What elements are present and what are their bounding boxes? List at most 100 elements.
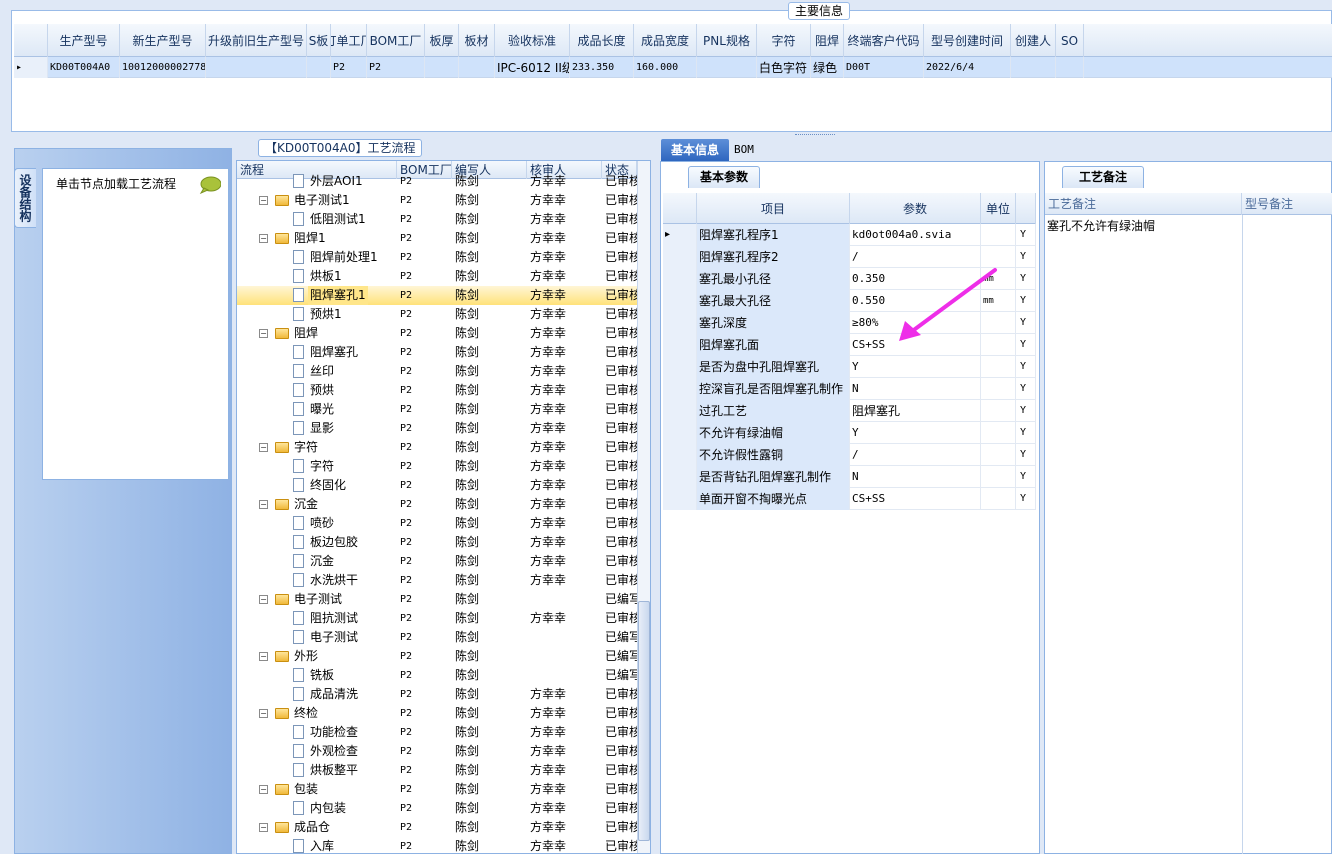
tree-node[interactable]: 曝光 [237, 400, 397, 419]
tree-cell-stat[interactable]: 已审核 [602, 172, 637, 191]
tree-cell-stat[interactable]: 已审核 [602, 609, 637, 628]
param-cell-param[interactable]: CS+SS [850, 488, 981, 510]
param-cell-item[interactable]: 不允许假性露铜 [697, 444, 850, 466]
tree-cell-rev[interactable]: 方幸幸 [527, 419, 602, 438]
param-cell-param[interactable]: Y [850, 422, 981, 444]
tree-cell-rev[interactable]: 方幸幸 [527, 533, 602, 552]
main-row-cell[interactable]: IPC-6012 II级 [495, 57, 570, 78]
param-row[interactable]: 是否为盘中孔阻焊塞孔 Y Y [663, 356, 1036, 378]
param-row[interactable]: 单面开窗不掏曝光点 CS+SS Y [663, 488, 1036, 510]
tree-cell-auth[interactable]: 陈剑 [452, 419, 527, 438]
tree-cell-rev[interactable] [527, 590, 602, 609]
tab-basic-info[interactable]: 基本信息 [661, 139, 729, 161]
tree-cell-auth[interactable]: 陈剑 [452, 533, 527, 552]
tree-cell-stat[interactable]: 已审核 [602, 723, 637, 742]
tree-row[interactable]: 烘板整平 P2陈剑方幸幸已审核 [237, 761, 637, 780]
tree-cell-stat[interactable]: 已编写 [602, 666, 637, 685]
tree-row[interactable]: 喷砂 P2陈剑方幸幸已审核 [237, 514, 637, 533]
tree-cell-rev[interactable]: 方幸幸 [527, 552, 602, 571]
collapse-toggle-icon[interactable]: − [259, 785, 268, 794]
tree-cell-rev[interactable] [527, 628, 602, 647]
tree-row[interactable]: 电子测试 P2陈剑 已编写 [237, 628, 637, 647]
param-cell-flag[interactable]: Y [1016, 466, 1036, 488]
tree-cell-auth[interactable]: 陈剑 [452, 666, 527, 685]
tree-cell-auth[interactable]: 陈剑 [452, 362, 527, 381]
tree-row[interactable]: 功能检查 P2陈剑方幸幸已审核 [237, 723, 637, 742]
param-header-param[interactable]: 参数 [850, 193, 981, 224]
param-cell-unit[interactable] [981, 356, 1016, 378]
param-cell-item[interactable]: 控深盲孔是否阻焊塞孔制作 [697, 378, 850, 400]
main-grid-corner[interactable] [14, 24, 48, 57]
tree-cell-rev[interactable]: 方幸幸 [527, 438, 602, 457]
tree-cell-stat[interactable]: 已审核 [602, 191, 637, 210]
main-row-cell[interactable] [697, 57, 757, 78]
tree-node[interactable]: 终固化 [237, 476, 397, 495]
tree-row[interactable]: − 终检 P2陈剑方幸幸已审核 [237, 704, 637, 723]
collapse-toggle-icon[interactable]: − [259, 500, 268, 509]
main-header-col[interactable]: BOM工厂 [367, 24, 425, 57]
flow-load-box[interactable] [42, 168, 229, 480]
param-cell-unit[interactable] [981, 444, 1016, 466]
tree-cell-stat[interactable]: 已审核 [602, 210, 637, 229]
param-row-indicator[interactable] [663, 378, 697, 400]
param-row-indicator[interactable] [663, 488, 697, 510]
speech-bubble-icon[interactable] [199, 176, 221, 194]
tree-cell-auth[interactable]: 陈剑 [452, 457, 527, 476]
main-header-col[interactable]: S板 [307, 24, 331, 57]
tree-node[interactable]: 预烘1 [237, 305, 397, 324]
tree-node[interactable]: 板边包胶 [237, 533, 397, 552]
param-cell-item[interactable]: 塞孔最小孔径 [697, 268, 850, 290]
param-cell-item[interactable]: 阻焊塞孔程序1 [697, 224, 850, 246]
tree-cell-bom[interactable]: P2 [397, 723, 452, 742]
tree-cell-rev[interactable]: 方幸幸 [527, 704, 602, 723]
tree-cell-bom[interactable]: P2 [397, 286, 452, 305]
main-row-cell[interactable] [1056, 57, 1084, 78]
tree-cell-auth[interactable]: 陈剑 [452, 476, 527, 495]
param-cell-flag[interactable]: Y [1016, 268, 1036, 290]
main-header-col[interactable]: 生产型号 [48, 24, 120, 57]
param-cell-flag[interactable]: Y [1016, 444, 1036, 466]
main-grid-row[interactable]: ▸ KD00T004A0 10012000002778 P2 P2 IPC-6012 II… [14, 57, 1332, 78]
param-cell-item[interactable]: 过孔工艺 [697, 400, 850, 422]
tree-row[interactable]: 阻抗测试 P2陈剑方幸幸已审核 [237, 609, 637, 628]
tree-cell-stat[interactable]: 已审核 [602, 761, 637, 780]
tree-cell-rev[interactable]: 方幸幸 [527, 761, 602, 780]
collapse-toggle-icon[interactable]: − [259, 234, 268, 243]
param-cell-param[interactable]: N [850, 378, 981, 400]
tree-row[interactable]: 沉金 P2陈剑方幸幸已审核 [237, 552, 637, 571]
main-header-col[interactable]: 阻焊 [811, 24, 844, 57]
param-cell-param[interactable]: 阻焊塞孔 [850, 400, 981, 422]
param-row-indicator[interactable]: ▸ [663, 224, 697, 246]
param-header-item[interactable]: 项目 [697, 193, 850, 224]
tree-row[interactable]: 成品清洗 P2陈剑方幸幸已审核 [237, 685, 637, 704]
tree-cell-rev[interactable]: 方幸幸 [527, 324, 602, 343]
main-header-col[interactable]: 创建人 [1011, 24, 1056, 57]
tree-cell-bom[interactable]: P2 [397, 267, 452, 286]
tree-row[interactable]: − 电子测试 P2陈剑 已编写 [237, 590, 637, 609]
tree-row[interactable]: 阻焊前处理1 P2陈剑方幸幸已审核 [237, 248, 637, 267]
main-row-cell[interactable]: P2 [331, 57, 367, 78]
tree-node[interactable]: 阻焊前处理1 [237, 248, 397, 267]
main-row-cell[interactable]: 白色字符 [757, 57, 811, 78]
tree-cell-stat[interactable]: 已审核 [602, 286, 637, 305]
tree-cell-bom[interactable]: P2 [397, 628, 452, 647]
param-cell-unit[interactable] [981, 378, 1016, 400]
tree-row[interactable]: 入库 P2陈剑方幸幸已审核 [237, 837, 637, 853]
tree-cell-stat[interactable]: 已审核 [602, 533, 637, 552]
main-header-col[interactable]: 板厚 [425, 24, 459, 57]
tree-cell-bom[interactable]: P2 [397, 647, 452, 666]
param-cell-unit[interactable] [981, 422, 1016, 444]
param-cell-unit[interactable] [981, 400, 1016, 422]
main-row-cell[interactable]: 10012000002778 [120, 57, 206, 78]
tree-node[interactable]: 沉金 [237, 552, 397, 571]
tree-cell-rev[interactable] [527, 666, 602, 685]
tree-cell-rev[interactable]: 方幸幸 [527, 457, 602, 476]
tree-node[interactable]: 显影 [237, 419, 397, 438]
param-cell-flag[interactable]: Y [1016, 400, 1036, 422]
tree-node[interactable]: 阻焊塞孔 [237, 343, 397, 362]
tree-row[interactable]: − 外形 P2陈剑 已编写 [237, 647, 637, 666]
tree-cell-auth[interactable]: 陈剑 [452, 761, 527, 780]
remark-header-process[interactable]: 工艺备注 [1045, 193, 1242, 215]
param-row[interactable]: 不允许假性露铜 / Y [663, 444, 1036, 466]
tree-cell-auth[interactable]: 陈剑 [452, 381, 527, 400]
